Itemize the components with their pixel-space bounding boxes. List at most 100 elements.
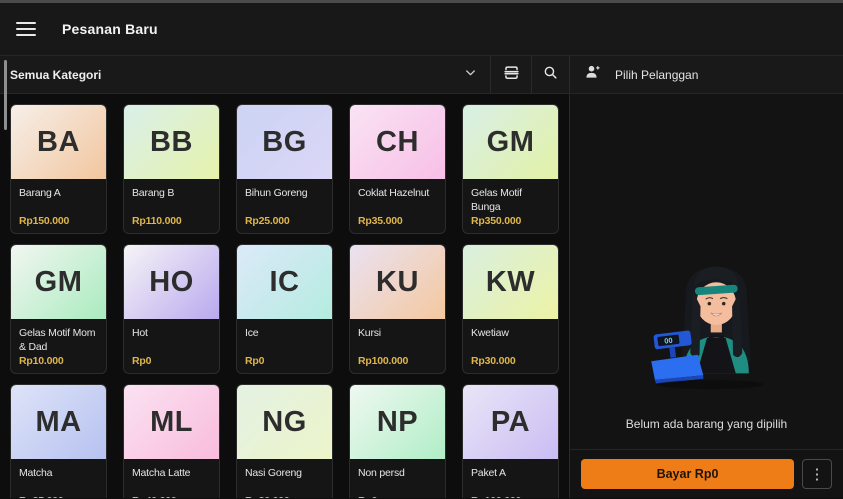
- product-price: Rp25.000: [245, 215, 290, 227]
- product-card[interactable]: GM Gelas Motif Bunga Rp350.000: [462, 104, 559, 234]
- product-price: Rp40.000: [132, 495, 177, 498]
- product-card[interactable]: BG Bihun Goreng Rp25.000: [236, 104, 333, 234]
- product-name: Barang B: [132, 186, 211, 200]
- product-card[interactable]: ML Matcha Latte Rp40.000: [123, 384, 220, 498]
- scrollbar-thumb[interactable]: [4, 60, 7, 130]
- product-price: Rp10.000: [19, 355, 64, 367]
- app-header: Pesanan Baru: [0, 3, 843, 56]
- product-card[interactable]: NP Non persd Rp0: [349, 384, 446, 498]
- product-card[interactable]: KU Kursi Rp100.000: [349, 244, 446, 374]
- pay-button[interactable]: Bayar Rp0: [581, 459, 794, 489]
- product-card-body: Gelas Motif Mom & Dad Rp10.000: [11, 319, 106, 373]
- product-card-body: Matcha Rp25.000: [11, 459, 106, 498]
- barcode-scan-icon: [502, 63, 521, 87]
- product-card[interactable]: CH Coklat Hazelnut Rp35.000: [349, 104, 446, 234]
- product-initials: PA: [491, 406, 530, 439]
- product-initials: BA: [37, 126, 80, 159]
- product-tile: KW: [463, 245, 558, 319]
- product-tile: BG: [237, 105, 332, 179]
- product-name: Gelas Motif Mom & Dad: [19, 326, 98, 354]
- customer-select-label: Pilih Pelanggan: [615, 68, 698, 82]
- product-name: Coklat Hazelnut: [358, 186, 437, 200]
- product-card-body: Barang B Rp110.000: [124, 179, 219, 233]
- product-card-body: Matcha Latte Rp40.000: [124, 459, 219, 498]
- product-card[interactable]: BA Barang A Rp150.000: [10, 104, 107, 234]
- product-tile: GM: [463, 105, 558, 179]
- barcode-scan-button[interactable]: [491, 56, 531, 93]
- person-add-icon: [584, 63, 602, 86]
- search-button[interactable]: [532, 56, 569, 93]
- product-initials: BG: [262, 126, 307, 159]
- product-price: Rp30.000: [471, 355, 516, 367]
- product-tile: BA: [11, 105, 106, 179]
- product-price: Rp100.000: [358, 355, 408, 367]
- product-name: Kursi: [358, 326, 437, 340]
- product-card[interactable]: GM Gelas Motif Mom & Dad Rp10.000: [10, 244, 107, 374]
- hamburger-menu-icon[interactable]: [16, 22, 36, 36]
- product-tile: KU: [350, 245, 445, 319]
- product-grid: BA Barang A Rp150.000 BB Barang B Rp110.…: [10, 104, 559, 498]
- product-card[interactable]: MA Matcha Rp25.000: [10, 384, 107, 498]
- product-card-body: Gelas Motif Bunga Rp350.000: [463, 179, 558, 233]
- product-initials: NG: [262, 406, 307, 439]
- category-select-label: Semua Kategori: [10, 68, 463, 82]
- product-price: Rp20.000: [245, 495, 290, 498]
- product-tile: ML: [124, 385, 219, 459]
- customer-select[interactable]: Pilih Pelanggan: [570, 56, 843, 94]
- product-tile: BB: [124, 105, 219, 179]
- toolbar-left: Semua Kategori: [0, 56, 570, 94]
- product-card[interactable]: BB Barang B Rp110.000: [123, 104, 220, 234]
- product-card[interactable]: IC Ice Rp0: [236, 244, 333, 374]
- product-card[interactable]: KW Kwetiaw Rp30.000: [462, 244, 559, 374]
- category-select[interactable]: Semua Kategori: [0, 56, 490, 93]
- product-initials: KW: [486, 266, 535, 299]
- search-icon: [542, 64, 559, 86]
- product-price: Rp100.000: [471, 495, 521, 498]
- product-initials: CH: [376, 126, 419, 159]
- product-name: Matcha Latte: [132, 466, 211, 480]
- main-content: BA Barang A Rp150.000 BB Barang B Rp110.…: [0, 94, 843, 498]
- product-price: Rp35.000: [358, 215, 403, 227]
- product-initials: GM: [35, 266, 83, 299]
- register-display: 00: [663, 336, 672, 346]
- product-tile: HO: [124, 245, 219, 319]
- product-price: Rp0: [132, 355, 151, 367]
- product-tile: GM: [11, 245, 106, 319]
- cart-panel: 00 Belum ada barang yang dipilih Bayar R…: [570, 94, 843, 498]
- product-card-body: Hot Rp0: [124, 319, 219, 373]
- product-price: Rp0: [358, 495, 377, 498]
- product-initials: BB: [150, 126, 193, 159]
- chevron-down-icon: [463, 65, 478, 85]
- product-price: Rp110.000: [132, 215, 182, 227]
- product-card-body: Coklat Hazelnut Rp35.000: [350, 179, 445, 233]
- product-tile: CH: [350, 105, 445, 179]
- product-tile: PA: [463, 385, 558, 459]
- cart-empty-message: Belum ada barang yang dipilih: [626, 417, 787, 431]
- product-initials: HO: [149, 266, 194, 299]
- product-price: Rp150.000: [19, 215, 69, 227]
- more-options-button[interactable]: ⋮: [802, 459, 832, 489]
- product-name: Barang A: [19, 186, 98, 200]
- product-initials: IC: [270, 266, 300, 299]
- product-name: Kwetiaw: [471, 326, 550, 340]
- product-price: Rp0: [245, 355, 264, 367]
- product-card-body: Barang A Rp150.000: [11, 179, 106, 233]
- product-name: Paket A: [471, 466, 550, 480]
- product-card[interactable]: PA Paket A Rp100.000: [462, 384, 559, 498]
- product-card-body: Ice Rp0: [237, 319, 332, 373]
- product-name: Hot: [132, 326, 211, 340]
- product-name: Gelas Motif Bunga: [471, 186, 550, 214]
- cart-footer: Bayar Rp0 ⋮: [570, 449, 843, 498]
- product-card[interactable]: HO Hot Rp0: [123, 244, 220, 374]
- product-tile: IC: [237, 245, 332, 319]
- product-card[interactable]: NG Nasi Goreng Rp20.000: [236, 384, 333, 498]
- product-name: Nasi Goreng: [245, 466, 324, 480]
- product-card-body: Non persd Rp0: [350, 459, 445, 498]
- cashier-illustration: 00: [628, 250, 786, 405]
- product-initials: ML: [150, 406, 193, 439]
- product-name: Bihun Goreng: [245, 186, 324, 200]
- product-tile: NP: [350, 385, 445, 459]
- product-initials: NP: [377, 406, 418, 439]
- toolbar: Semua Kategori: [0, 56, 843, 94]
- product-name: Non persd: [358, 466, 437, 480]
